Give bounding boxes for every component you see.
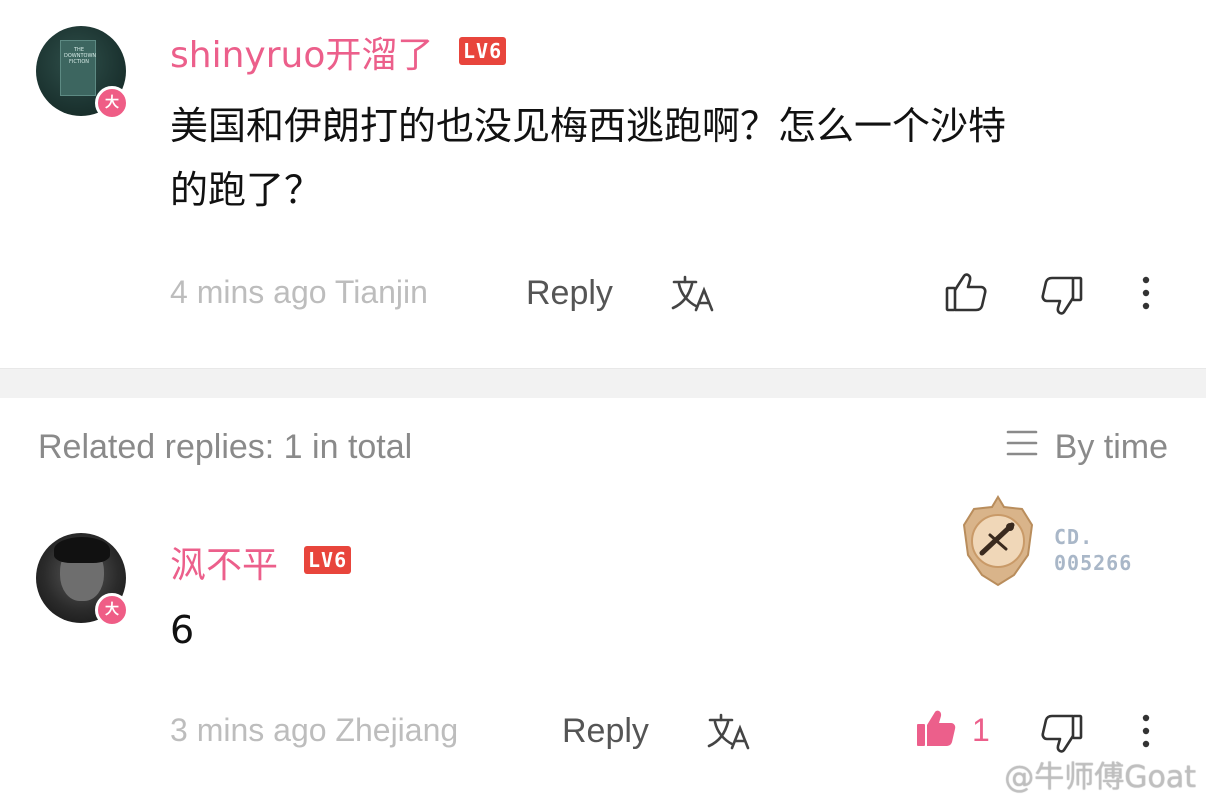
thumbs-up-filled-icon[interactable] — [914, 706, 958, 750]
more-icon[interactable] — [1136, 274, 1156, 314]
list-icon — [1005, 428, 1039, 467]
comment-text-line-1: 美国和伊朗打的也没见梅西逃跑啊？怎么一个沙特 — [170, 104, 1007, 148]
medal-code: CD. 005266 — [1054, 524, 1132, 576]
translate-icon[interactable] — [670, 274, 716, 314]
timestamp: 4 mins ago — [170, 274, 327, 310]
medal-icon[interactable] — [960, 495, 1036, 587]
related-replies-label: Related replies: 1 in total — [38, 428, 413, 466]
verified-badge: 大 — [95, 593, 129, 627]
section-divider — [0, 368, 1206, 398]
thumbs-down-icon[interactable] — [1040, 274, 1084, 318]
username[interactable]: shinyruo开溜了 — [170, 26, 433, 78]
translate-icon[interactable] — [706, 712, 752, 752]
watermark: @牛师傅Goat — [1004, 760, 1196, 795]
medal-code-line-2: 005266 — [1054, 551, 1133, 575]
reply-meta: 3 mins ago Zhejiang — [170, 712, 458, 749]
avatar-book-image: THE DOWNTOWN FICTION — [60, 40, 96, 96]
thumbs-up-icon[interactable] — [944, 270, 988, 314]
sort-label: By time — [1054, 428, 1168, 466]
location: Zhejiang — [335, 712, 459, 748]
comment-text-line-2: 的跑了？ — [170, 168, 323, 212]
level-badge: LV6 — [459, 37, 507, 65]
location: Tianjin — [334, 274, 428, 310]
sort-by-time-button[interactable]: By time — [1005, 428, 1168, 467]
comment-meta: 4 mins ago Tianjin — [170, 274, 428, 311]
more-icon[interactable] — [1136, 712, 1156, 752]
medal-code-line-1: CD. — [1054, 525, 1094, 549]
reply-button[interactable]: Reply — [562, 712, 649, 751]
avatar-hair — [54, 537, 110, 563]
level-badge: LV6 — [304, 546, 352, 574]
like-count: 1 — [972, 712, 990, 748]
thumbs-down-icon[interactable] — [1040, 712, 1084, 756]
reply-text: 6 — [170, 608, 195, 652]
timestamp: 3 mins ago — [170, 712, 327, 748]
reply-button[interactable]: Reply — [526, 274, 613, 313]
verified-badge: 大 — [95, 86, 129, 120]
avatar-book-text: THE DOWNTOWN FICTION — [64, 47, 97, 65]
username[interactable]: 沨不平 — [170, 536, 278, 588]
